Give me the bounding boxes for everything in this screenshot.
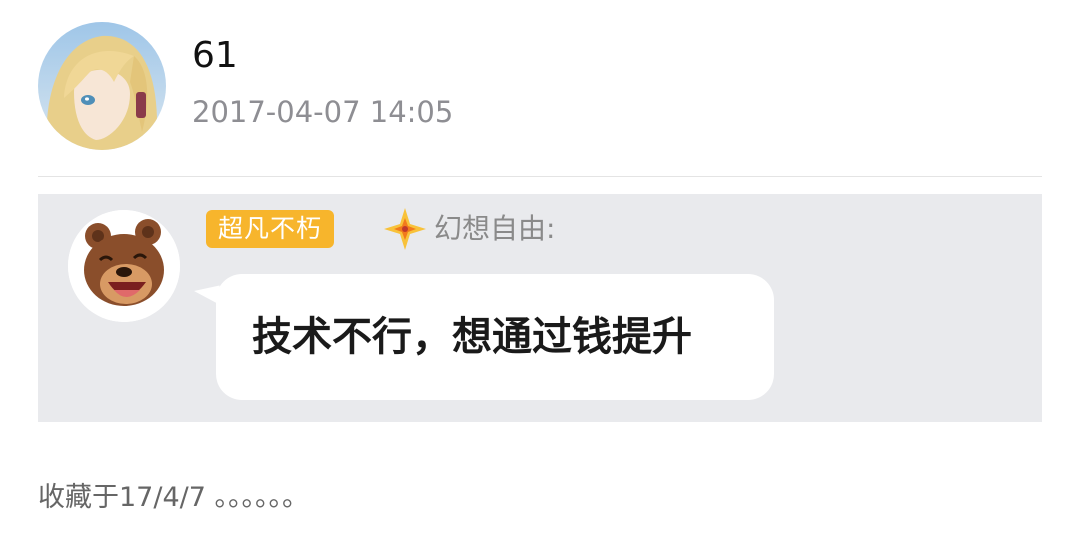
message-bubble[interactable]: 技术不行，想通过钱提升: [216, 274, 774, 400]
favorite-post: 61 2017-04-07 14:05 超凡不朽 幻想自由: 技术不行，想通过钱…: [0, 0, 1080, 538]
message-text: 技术不行，想通过钱提升: [252, 314, 692, 360]
divider: [38, 176, 1042, 177]
sender-avatar[interactable]: [68, 210, 180, 322]
quoted-message-card[interactable]: 超凡不朽 幻想自由: 技术不行，想通过钱提升: [38, 194, 1042, 422]
star-badge-icon: [382, 206, 428, 252]
post-timestamp: 2017-04-07 14:05: [192, 95, 454, 129]
user-avatar[interactable]: [38, 22, 166, 150]
sender-name[interactable]: 幻想自由:: [434, 210, 555, 248]
username[interactable]: 61: [192, 34, 238, 78]
favorite-note: 收藏于17/4/7 。。。。。。: [38, 482, 309, 513]
title-badge: 超凡不朽: [206, 210, 335, 248]
